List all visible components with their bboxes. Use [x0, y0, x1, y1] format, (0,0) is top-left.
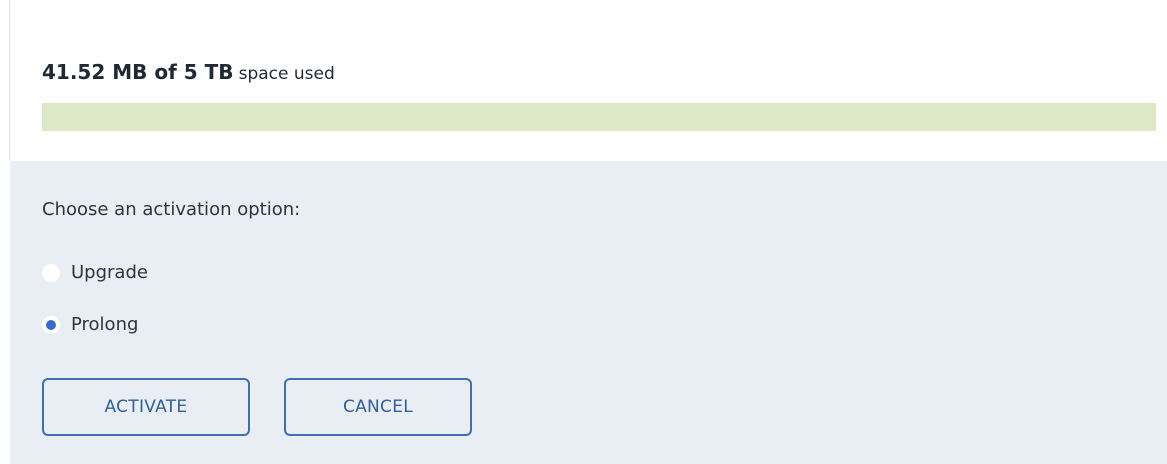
storage-usage-section: 41.52 MB of 5 TB space used: [10, 0, 1167, 161]
storage-used-amount: 41.52 MB of 5 TB: [42, 60, 234, 84]
cancel-button[interactable]: CANCEL: [284, 378, 472, 436]
upgrade-radio[interactable]: [42, 263, 60, 282]
storage-used-suffix: space used: [238, 64, 335, 84]
activation-options-section: Choose an activation option: Upgrade Pro…: [10, 161, 1167, 464]
activation-dialog: 41.52 MB of 5 TB space used Choose an ac…: [0, 0, 1167, 464]
storage-usage-bar: [42, 103, 1156, 131]
activate-button[interactable]: ACTIVATE: [42, 378, 250, 436]
storage-usage-text: 41.52 MB of 5 TB space used: [42, 60, 335, 84]
option-prolong[interactable]: Prolong: [42, 314, 138, 335]
prolong-radio[interactable]: [42, 315, 60, 334]
option-upgrade[interactable]: Upgrade: [42, 262, 148, 283]
prolong-label: Prolong: [71, 314, 139, 335]
activation-prompt: Choose an activation option:: [42, 199, 301, 220]
upgrade-label: Upgrade: [71, 262, 148, 283]
